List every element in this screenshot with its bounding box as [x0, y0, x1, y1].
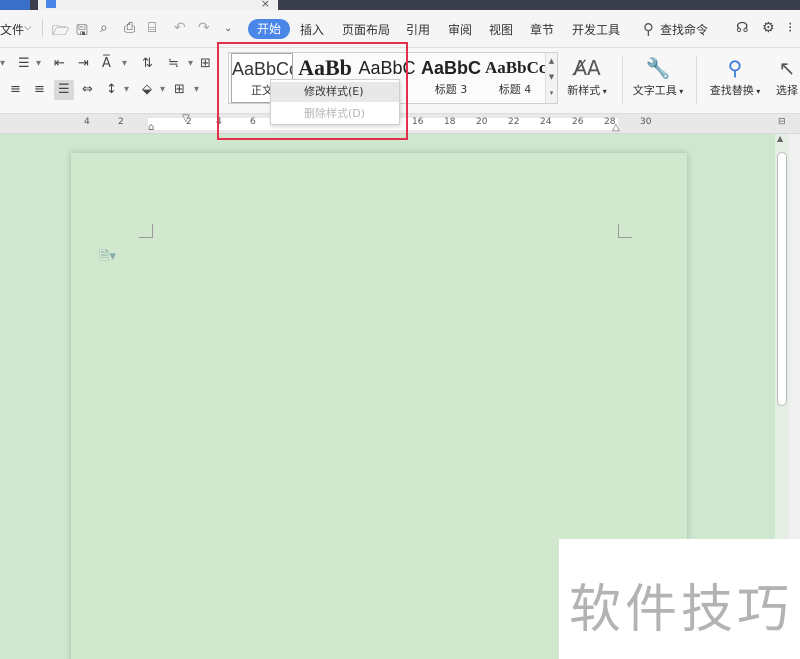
divider [696, 56, 697, 104]
tab-insert[interactable]: 插入 [300, 21, 324, 38]
select-button[interactable]: ↖ 选择 [770, 54, 800, 98]
save-icon[interactable]: 🖫 [76, 20, 88, 44]
customize-icon[interactable]: ⌄ [224, 23, 232, 34]
first-line-indent-marker[interactable]: ▽ [182, 113, 190, 124]
more-icon[interactable]: ⁝ [788, 20, 792, 36]
chevron-down-icon[interactable]: ▾ [122, 58, 127, 69]
tab-section[interactable]: 章节 [530, 21, 554, 38]
decrease-indent-icon[interactable]: ⇤ [54, 56, 65, 71]
watermark-text: 软件技巧 [569, 580, 794, 640]
chevron-down-icon[interactable]: ▾ [160, 84, 165, 95]
divider [42, 19, 43, 37]
text-tools-button[interactable]: 🔧 文字工具 ▾ [630, 54, 686, 98]
text-direction-icon[interactable]: A̅ [102, 56, 111, 71]
borders-icon[interactable]: ⊞ [200, 56, 211, 71]
file-menu[interactable]: 文件 [0, 21, 24, 38]
tab-view[interactable]: 视图 [489, 21, 513, 38]
headset-icon[interactable]: ☊ [736, 20, 748, 36]
gallery-scrollbar[interactable]: ▲ ▼ ▾ [545, 53, 557, 103]
chevron-up-icon[interactable]: ▲ [546, 53, 557, 69]
chevron-down-icon[interactable]: ▾ [124, 84, 129, 95]
magnifier-icon: ⚲ [727, 56, 743, 80]
print-preview-icon[interactable]: ⌸ [148, 20, 156, 36]
increase-indent-icon[interactable]: ⇥ [78, 56, 89, 71]
watermark-panel: 软件技巧 [559, 539, 800, 659]
new-style-icon: A̸A [573, 56, 601, 80]
tab-review[interactable]: 审阅 [448, 21, 472, 38]
chevron-down-icon[interactable]: ▼ [546, 69, 557, 85]
ruler-toggle-icon[interactable]: ⊟ [778, 117, 786, 127]
open-folder-icon[interactable]: 🗁 [52, 20, 69, 44]
scroll-up-icon[interactable]: ▲ [777, 134, 783, 143]
gear-icon[interactable]: ⚙ [762, 20, 775, 36]
align-right-icon[interactable]: ≡ [34, 82, 45, 97]
right-indent-marker[interactable]: △ [612, 122, 620, 133]
find-replace-button[interactable]: ⚲ 查找替换 ▾ [706, 54, 764, 98]
divider [622, 56, 623, 104]
justify-icon[interactable]: ☰ [58, 82, 70, 97]
paragraph-options-icon[interactable]: 🗎▾ [99, 247, 116, 269]
chevron-down-icon[interactable]: ⌵ [24, 22, 32, 33]
margin-corner-top-left [139, 224, 153, 238]
style-heading-3[interactable]: AaBbC 标题 3 [419, 53, 483, 103]
tab-references[interactable]: 引用 [406, 21, 430, 38]
expand-icon[interactable]: ▾ [546, 85, 557, 101]
document-icon [46, 0, 56, 8]
highlight-box [217, 42, 408, 140]
tab-developer[interactable]: 开发工具 [572, 21, 620, 38]
scroll-thumb[interactable] [777, 152, 787, 406]
tab-page-layout[interactable]: 页面布局 [342, 21, 390, 38]
close-icon[interactable]: × [261, 0, 270, 10]
format-painter-icon[interactable]: ⌕ [100, 20, 108, 36]
chevron-down-icon[interactable]: ▾ [194, 84, 199, 95]
style-heading-4[interactable]: AaBbCc 标题 4 [485, 53, 545, 103]
sort-icon[interactable]: ⇅ [142, 56, 153, 71]
paragraph-spacing-icon[interactable]: ↕ [106, 82, 117, 97]
chevron-down-icon[interactable]: ▾ [0, 58, 5, 69]
bullet-list-icon[interactable]: ☰ [18, 56, 30, 71]
line-spacing-icon[interactable]: ≒ [168, 56, 179, 71]
new-style-button[interactable]: A̸A 新样式 ▾ [562, 54, 612, 98]
table-border-icon[interactable]: ⊞ [174, 82, 185, 97]
undo-icon[interactable]: ↶ [174, 20, 186, 36]
title-bar: × [0, 0, 800, 10]
app-tab[interactable] [0, 0, 30, 10]
wrench-icon: 🔧 [645, 56, 671, 80]
print-icon[interactable]: ⎙ [124, 20, 135, 36]
margin-corner-top-right [618, 224, 632, 238]
search-icon[interactable]: ⚲ [643, 20, 654, 38]
chevron-down-icon[interactable]: ▾ [188, 58, 193, 69]
shading-icon[interactable]: ⬙ [142, 82, 152, 97]
cursor-icon: ↖ [778, 56, 796, 80]
document-tab[interactable]: × [38, 0, 278, 10]
chevron-down-icon[interactable]: ▾ [36, 58, 41, 69]
align-center-icon[interactable]: ≡ [10, 82, 21, 97]
search-command[interactable]: 查找命令 [660, 21, 708, 38]
tab-home[interactable]: 开始 [248, 19, 290, 39]
left-indent-marker[interactable]: ⌂ [148, 122, 154, 133]
distributed-icon[interactable]: ⇔ [82, 82, 93, 97]
redo-icon[interactable]: ↷ [198, 20, 210, 36]
